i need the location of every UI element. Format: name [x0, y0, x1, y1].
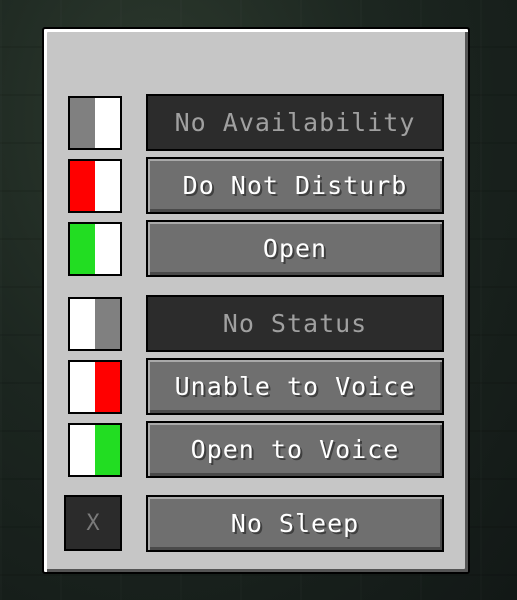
swatch-right	[95, 161, 120, 211]
row-no-availability: No Availability	[44, 94, 468, 151]
close-icon: X	[64, 495, 122, 551]
open-to-voice-button[interactable]: Open to Voice	[146, 421, 444, 478]
row-no-status: No Status	[44, 295, 468, 352]
open-to-voice-swatch	[68, 423, 122, 477]
row-unable-to-voice: Unable to Voice	[44, 358, 468, 415]
row-no-sleep: X No Sleep	[44, 495, 468, 552]
row-open-to-voice: Open to Voice	[44, 421, 468, 478]
swatch-right	[95, 299, 120, 349]
open-button[interactable]: Open	[146, 220, 444, 277]
swatch-left	[70, 224, 95, 274]
do-not-disturb-swatch	[68, 159, 122, 213]
swatch-left	[70, 98, 95, 148]
swatch-left	[70, 362, 95, 412]
no-status-button: No Status	[146, 295, 444, 352]
open-swatch	[68, 222, 122, 276]
swatch-right	[95, 362, 120, 412]
status-menu-panel: No Availability Do Not Disturb Open No S…	[42, 27, 470, 574]
swatch-right	[95, 224, 120, 274]
do-not-disturb-button[interactable]: Do Not Disturb	[146, 157, 444, 214]
unable-to-voice-swatch	[68, 360, 122, 414]
no-availability-button: No Availability	[146, 94, 444, 151]
status-none-swatch	[68, 297, 122, 351]
swatch-right	[95, 425, 120, 475]
no-sleep-button[interactable]: No Sleep	[146, 495, 444, 552]
availability-none-swatch	[68, 96, 122, 150]
swatch-right	[95, 98, 120, 148]
unable-to-voice-button[interactable]: Unable to Voice	[146, 358, 444, 415]
row-open: Open	[44, 220, 468, 277]
swatch-left	[70, 161, 95, 211]
swatch-left	[70, 425, 95, 475]
swatch-left	[70, 299, 95, 349]
row-do-not-disturb: Do Not Disturb	[44, 157, 468, 214]
